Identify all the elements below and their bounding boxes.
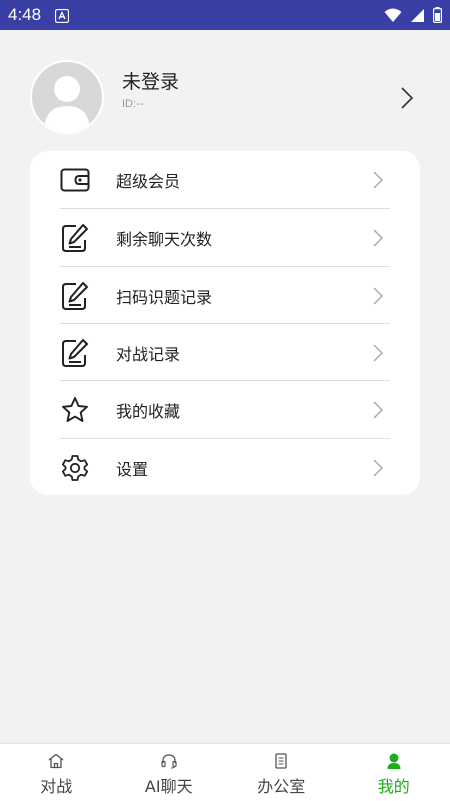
avatar[interactable] — [30, 60, 104, 134]
chevron-right-icon[interactable] — [400, 86, 414, 114]
chevron-right-icon — [372, 286, 384, 310]
bottom-tab-bar: 对战 AI聊天 办公室 我的 — [0, 743, 450, 801]
menu-item-label: 设置 — [116, 456, 148, 480]
menu-item-favorites[interactable]: 我的收藏 — [60, 381, 390, 438]
headset-icon — [160, 753, 178, 769]
profile-header[interactable]: 未登录 ID:-- — [30, 60, 420, 136]
person-icon — [385, 753, 403, 769]
user-id-label: ID:-- — [122, 98, 143, 110]
wallet-icon — [60, 165, 90, 195]
notification-app-icon — [55, 8, 69, 22]
status-time: 4:48 — [8, 5, 41, 25]
signal-icon — [410, 8, 425, 27]
username-label: 未登录 — [122, 67, 179, 94]
menu-item-label: 扫码识题记录 — [116, 284, 212, 308]
menu-item-scan-records[interactable]: 扫码识题记录 — [60, 267, 390, 324]
tab-office[interactable]: 办公室 — [225, 744, 338, 801]
star-icon — [60, 395, 90, 425]
menu-item-super-vip[interactable]: 超级会员 — [60, 151, 390, 208]
chevron-right-icon — [372, 343, 384, 367]
tab-ai-chat[interactable]: AI聊天 — [113, 744, 226, 801]
default-avatar-icon — [32, 62, 102, 132]
menu-item-chat-count[interactable]: 剩余聊天次数 — [60, 209, 390, 266]
home-icon — [47, 753, 65, 769]
menu-item-label: 我的收藏 — [116, 398, 180, 422]
menu-item-battle-records[interactable]: 对战记录 — [60, 324, 390, 381]
tab-label: 对战 — [40, 773, 72, 797]
tab-label: 办公室 — [257, 773, 305, 797]
menu-item-label: 对战记录 — [116, 341, 180, 365]
wifi-icon — [384, 8, 402, 27]
gear-icon — [60, 453, 90, 483]
chevron-right-icon — [372, 400, 384, 424]
menu-card: 超级会员 剩余聊天次数 扫码识题记录 对战记录 — [30, 151, 420, 495]
tab-label: 我的 — [378, 773, 410, 797]
document-icon — [272, 753, 290, 769]
menu-item-label: 剩余聊天次数 — [116, 226, 212, 250]
menu-item-label: 超级会员 — [116, 168, 180, 192]
chevron-right-icon — [372, 458, 384, 482]
edit-icon — [60, 281, 90, 311]
menu-item-settings[interactable]: 设置 — [60, 439, 390, 496]
tab-battle[interactable]: 对战 — [0, 744, 113, 801]
chevron-right-icon — [372, 170, 384, 194]
status-bar: 4:48 — [0, 0, 450, 30]
battery-icon — [433, 7, 442, 27]
tab-label: AI聊天 — [145, 773, 193, 797]
tab-mine[interactable]: 我的 — [338, 744, 450, 801]
edit-icon — [60, 338, 90, 368]
chevron-right-icon — [372, 228, 384, 252]
edit-icon — [60, 223, 90, 253]
